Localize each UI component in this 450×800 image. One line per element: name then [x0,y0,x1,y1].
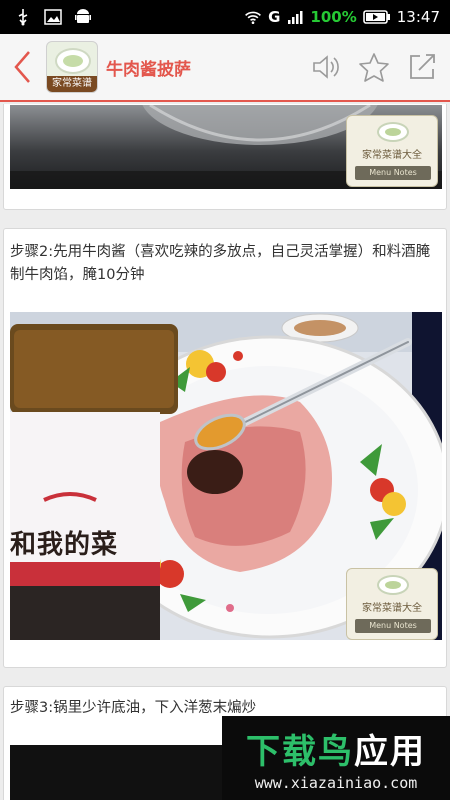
step-description: 步骤2:先用牛肉酱（喜欢吃辣的多放点，自己灵活掌握）和料酒腌制牛肉馅，腌10分钟 [10,244,431,283]
app-header: 家常菜谱 牛肉酱披萨 [0,34,450,102]
watermark-badge: 家常菜谱大全 Menu Notes [346,115,438,187]
step-photo: 家常菜谱大全 Menu Notes [10,105,442,189]
share-button[interactable] [404,49,440,85]
battery-icon [362,8,391,26]
bowl-icon [377,575,409,595]
watermark-subtitle: Menu Notes [355,166,431,180]
signal-icon [286,8,304,26]
logo-text-suffix: 应用 [354,732,426,772]
recipe-steps[interactable]: 家常菜谱大全 Menu Notes 步骤2:先用牛肉酱（喜欢吃辣的多放点，自己灵… [0,104,450,800]
page-title: 牛肉酱披萨 [106,59,191,80]
logo-text-prefix: 下载鸟 [246,732,354,772]
clock: 13:47 [396,8,440,26]
star-icon [359,53,389,82]
step-card: 步骤2:先用牛肉酱（喜欢吃辣的多放点，自己灵活掌握）和料酒腌制牛肉馅，腌10分钟 [3,228,447,668]
usb-icon [14,8,32,26]
speaker-icon [313,55,339,79]
audio-button[interactable] [308,49,344,85]
step-card: 家常菜谱大全 Menu Notes [3,104,447,210]
network-type: G [268,8,281,26]
thumbnail-label: 家常菜谱 [47,76,97,92]
favorite-button[interactable] [356,49,392,85]
download-site-logo: 下载鸟应用 www.xiazainiao.com [222,716,450,800]
android-icon [74,8,92,26]
battery-percent: 100% [310,8,357,26]
share-icon [410,54,435,79]
jar-label: 和我的菜 [10,530,119,560]
bowl-icon [377,122,409,142]
image-icon [44,8,62,26]
watermark-title: 家常菜谱大全 [362,150,422,161]
watermark-subtitle: Menu Notes [355,619,431,633]
recipe-thumbnail: 家常菜谱 [46,41,98,93]
chevron-left-icon [14,51,30,83]
bowl-icon [55,48,91,74]
step-photo: 和我的菜 家常菜谱大全 Menu Notes [10,312,442,640]
back-button[interactable] [0,33,46,101]
watermark-title: 家常菜谱大全 [362,603,422,614]
status-bar: G 100% 13:47 [0,0,450,34]
wifi-icon [244,8,262,26]
logo-text: 下载鸟应用 [222,724,450,773]
watermark-badge: 家常菜谱大全 Menu Notes [346,568,438,640]
logo-url: www.xiazainiao.com [254,774,418,792]
